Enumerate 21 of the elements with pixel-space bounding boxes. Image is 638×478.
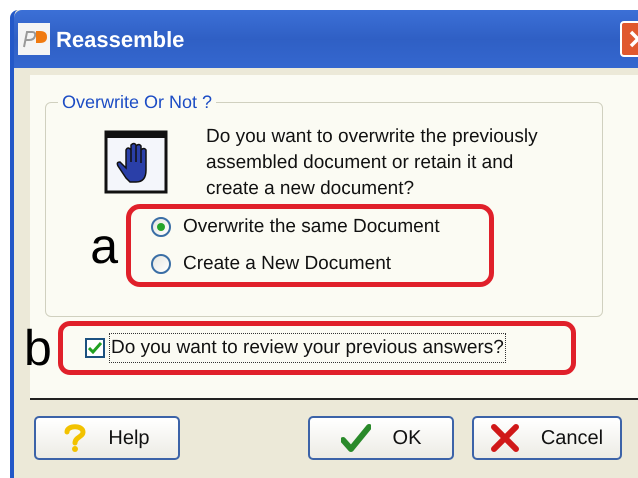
check-icon — [88, 342, 102, 354]
checkmark-icon — [340, 424, 371, 452]
question-mark-icon — [64, 423, 86, 453]
cancel-button[interactable]: Cancel — [472, 416, 622, 460]
question-text: Do you want to overwrite the previously assembled document or retain it and create a new document? — [206, 125, 539, 201]
hand-stop-icon — [104, 130, 168, 194]
annotation-letter: b — [24, 323, 53, 373]
ok-button[interactable]: OK — [308, 416, 454, 460]
app-logo-icon — [18, 23, 50, 55]
window-title: Reassemble — [56, 26, 184, 54]
radio-button[interactable] — [151, 217, 171, 238]
checkbox[interactable] — [85, 338, 105, 358]
annotation-letter: a — [89, 220, 119, 270]
radio-button[interactable] — [151, 254, 171, 274]
x-mark-icon — [490, 424, 519, 452]
radio-label: Overwrite the same Document — [183, 215, 440, 239]
radio-option[interactable]: Overwrite the same Document — [151, 213, 489, 242]
radio-option[interactable]: Create a New Document — [151, 250, 489, 278]
group-title: Overwrite Or Not ? — [61, 91, 214, 114]
help-button[interactable]: Help — [34, 416, 180, 460]
radio-label: Create a New Document — [183, 252, 392, 276]
